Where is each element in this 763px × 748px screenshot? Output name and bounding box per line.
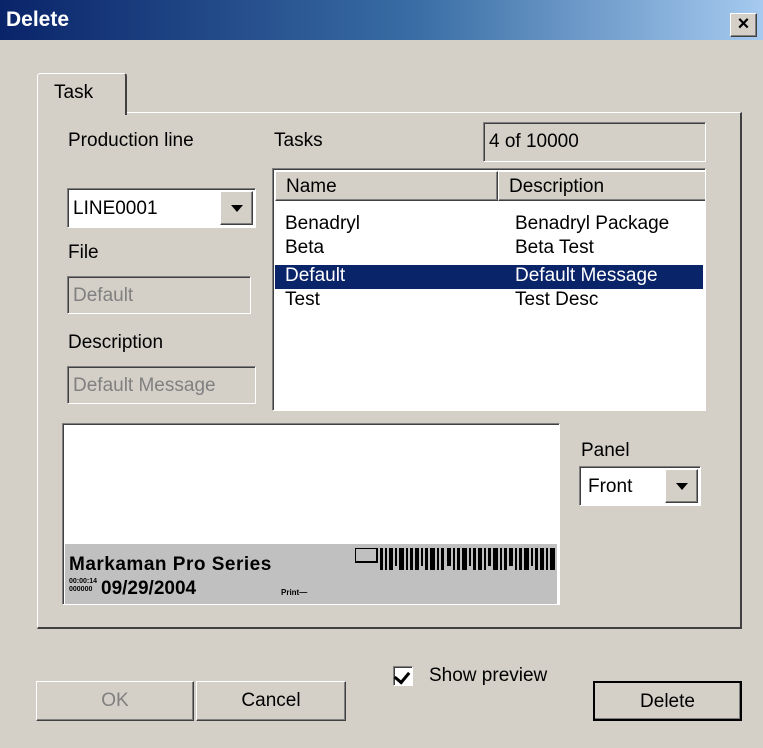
tab-task[interactable]: Task	[37, 73, 127, 115]
tasks-count: 4 of 10000	[489, 131, 579, 152]
ok-button[interactable]: OK	[36, 681, 194, 721]
column-header-description[interactable]: Description	[498, 171, 705, 201]
show-preview-label: Show preview	[429, 665, 548, 686]
chevron-down-icon	[675, 483, 688, 490]
file-value: Default	[73, 285, 134, 306]
delete-dialog: Delete × Task Production line LINE0001 F…	[0, 0, 763, 748]
description-value: Default Message	[73, 375, 216, 396]
row-name: Beta	[285, 237, 325, 258]
description-field: Default Message	[67, 366, 256, 404]
checkmark-icon	[393, 667, 411, 685]
show-preview-checkbox[interactable]	[393, 666, 413, 686]
row-name: Default	[285, 265, 346, 286]
close-icon: ×	[737, 13, 750, 35]
column-header-description-label: Description	[509, 176, 605, 197]
row-name: Benadryl	[285, 213, 360, 234]
preview-small-text: 00:00:14 000000	[69, 578, 97, 594]
row-description: Benadryl Package	[515, 213, 670, 234]
preview-small2: 000000	[69, 586, 93, 593]
panel-value: Front	[588, 476, 633, 497]
preview-small1: 00:00:14	[69, 578, 98, 585]
table-row-selected[interactable]: Default Default Message	[275, 265, 703, 289]
file-field: Default	[67, 276, 251, 314]
chevron-down-icon	[230, 205, 243, 212]
table-row[interactable]: Benadryl Benadryl Package	[275, 213, 703, 237]
preview-tiny-text: Print—	[281, 588, 308, 597]
production-line-label: Production line	[68, 130, 194, 151]
row-name: Test	[285, 289, 320, 310]
barcode-image	[355, 548, 555, 570]
column-header-name-label: Name	[286, 176, 337, 197]
column-header-name[interactable]: Name	[275, 171, 498, 201]
description-label: Description	[68, 332, 164, 353]
production-line-combo[interactable]: LINE0001	[67, 188, 256, 228]
message-preview: Markaman Pro Series 00:00:14 000000 09/29…	[62, 423, 560, 605]
close-button[interactable]: ×	[730, 13, 757, 37]
row-description: Test Desc	[515, 289, 599, 310]
production-line-value: LINE0001	[73, 198, 158, 219]
tasks-list[interactable]: Name Description Benadryl Benadryl Packa…	[272, 168, 706, 411]
row-description: Beta Test	[515, 237, 594, 258]
panel-dropdown-button[interactable]	[665, 469, 698, 503]
panel-label: Panel	[581, 440, 630, 461]
tasks-label: Tasks	[274, 130, 323, 151]
file-label: File	[68, 242, 99, 263]
production-line-dropdown-button[interactable]	[220, 191, 253, 225]
row-description: Default Message	[515, 265, 658, 286]
panel-combo[interactable]: Front	[579, 466, 701, 506]
preview-date: 09/29/2004	[101, 578, 197, 599]
cancel-button[interactable]: Cancel	[196, 681, 346, 721]
preview-line1: Markaman Pro Series	[69, 554, 272, 575]
preview-print-area: Markaman Pro Series 00:00:14 000000 09/29…	[65, 544, 557, 604]
tasks-count-field: 4 of 10000	[483, 122, 706, 162]
tab-task-label: Task	[54, 82, 94, 103]
table-row[interactable]: Beta Beta Test	[275, 237, 703, 261]
title-bar[interactable]: Delete ×	[0, 0, 763, 40]
dialog-title: Delete	[6, 8, 70, 31]
table-row[interactable]: Test Test Desc	[275, 289, 703, 313]
delete-button[interactable]: Delete	[593, 681, 742, 721]
